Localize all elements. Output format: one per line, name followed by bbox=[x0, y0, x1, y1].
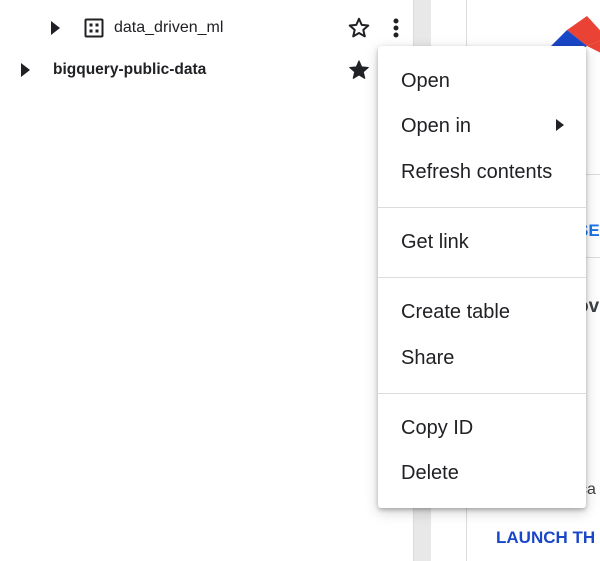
menu-item-label: Share bbox=[401, 346, 455, 369]
menu-item-open-in[interactable]: Open in bbox=[378, 104, 586, 148]
menu-item-label: Refresh contents bbox=[401, 160, 553, 183]
menu-separator bbox=[378, 207, 586, 208]
menu-item-copy-id[interactable]: Copy ID bbox=[378, 406, 586, 450]
more-vert-icon[interactable] bbox=[386, 16, 406, 40]
explorer-panel: data_driven_ml bigquery-public-data bbox=[0, 0, 413, 561]
menu-item-label: Copy ID bbox=[401, 416, 474, 439]
menu-item-create-table[interactable]: Create table bbox=[378, 290, 586, 334]
context-menu: Open Open in Refresh contents Get link C… bbox=[378, 46, 586, 508]
tree-row-data-driven-ml[interactable]: data_driven_ml bbox=[0, 8, 413, 48]
menu-item-label: Get link bbox=[401, 230, 469, 253]
bigquery-console: data_driven_ml bigquery-public-data SE o… bbox=[0, 0, 600, 561]
expand-caret-icon[interactable] bbox=[51, 21, 60, 35]
menu-item-label: Delete bbox=[401, 461, 459, 484]
menu-item-label: Create table bbox=[401, 300, 510, 323]
star-filled-icon[interactable] bbox=[347, 58, 371, 82]
menu-item-label: Open bbox=[401, 69, 450, 92]
expand-caret-icon[interactable] bbox=[21, 63, 30, 77]
menu-separator bbox=[378, 393, 586, 394]
dataset-label[interactable]: data_driven_ml bbox=[114, 19, 223, 37]
submenu-caret-icon bbox=[556, 119, 564, 131]
menu-item-open[interactable]: Open bbox=[378, 59, 586, 103]
tree-row-bigquery-public-data[interactable]: bigquery-public-data bbox=[0, 50, 413, 90]
menu-item-refresh-contents[interactable]: Refresh contents bbox=[378, 150, 586, 194]
project-label[interactable]: bigquery-public-data bbox=[53, 61, 206, 79]
launch-button[interactable]: LAUNCH TH bbox=[496, 528, 595, 548]
menu-item-get-link[interactable]: Get link bbox=[378, 220, 586, 264]
menu-item-label: Open in bbox=[401, 114, 472, 137]
menu-item-delete[interactable]: Delete bbox=[378, 451, 586, 495]
dataset-grid-icon bbox=[84, 18, 104, 38]
menu-item-share[interactable]: Share bbox=[378, 336, 586, 380]
star-outline-icon[interactable] bbox=[347, 16, 371, 40]
menu-separator bbox=[378, 277, 586, 278]
